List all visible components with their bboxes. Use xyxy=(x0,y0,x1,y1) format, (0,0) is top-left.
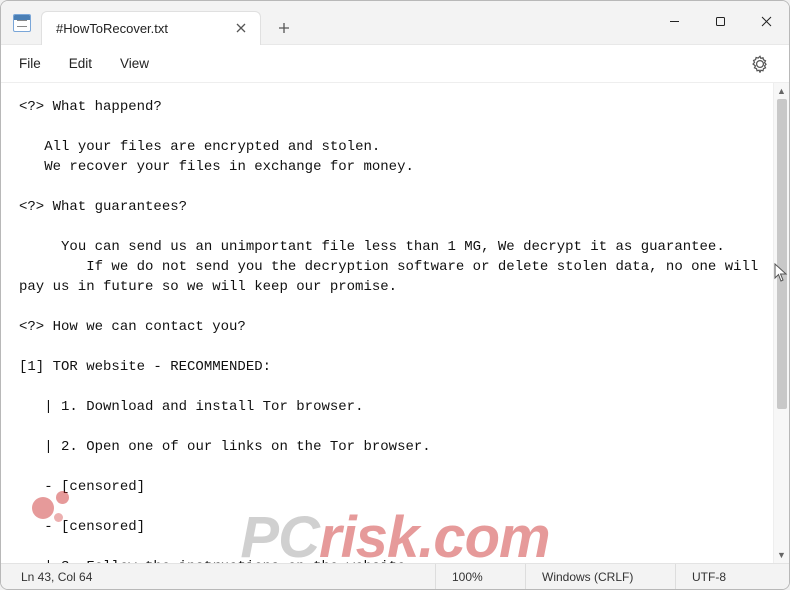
vertical-scrollbar[interactable]: ▲ ▼ xyxy=(773,83,789,563)
tab-title: #HowToRecover.txt xyxy=(56,21,232,36)
text-editor[interactable]: <?> What happend? All your files are enc… xyxy=(1,83,773,563)
close-window-button[interactable] xyxy=(743,1,789,41)
status-cursor-position: Ln 43, Col 64 xyxy=(5,564,435,589)
maximize-button[interactable] xyxy=(697,1,743,41)
new-tab-button[interactable] xyxy=(267,11,301,45)
scroll-down-icon[interactable]: ▼ xyxy=(774,547,789,563)
menu-file[interactable]: File xyxy=(7,50,53,77)
content-area: <?> What happend? All your files are enc… xyxy=(1,83,789,563)
status-encoding[interactable]: UTF-8 xyxy=(675,564,785,589)
minimize-button[interactable] xyxy=(651,1,697,41)
status-zoom[interactable]: 100% xyxy=(435,564,525,589)
titlebar: #HowToRecover.txt xyxy=(1,1,789,45)
gear-icon xyxy=(751,55,769,73)
notepad-window: #HowToRecover.txt File Edit View xyxy=(0,0,790,590)
menu-edit[interactable]: Edit xyxy=(57,50,104,77)
scroll-thumb[interactable] xyxy=(777,99,787,409)
menu-view[interactable]: View xyxy=(108,50,161,77)
notepad-app-icon xyxy=(13,14,31,32)
menubar: File Edit View xyxy=(1,45,789,83)
scroll-up-icon[interactable]: ▲ xyxy=(774,83,789,99)
status-line-ending[interactable]: Windows (CRLF) xyxy=(525,564,675,589)
close-tab-icon[interactable] xyxy=(232,19,250,37)
file-tab[interactable]: #HowToRecover.txt xyxy=(41,11,261,45)
status-bar: Ln 43, Col 64 100% Windows (CRLF) UTF-8 xyxy=(1,563,789,589)
window-controls xyxy=(651,1,789,41)
settings-button[interactable] xyxy=(745,49,775,79)
